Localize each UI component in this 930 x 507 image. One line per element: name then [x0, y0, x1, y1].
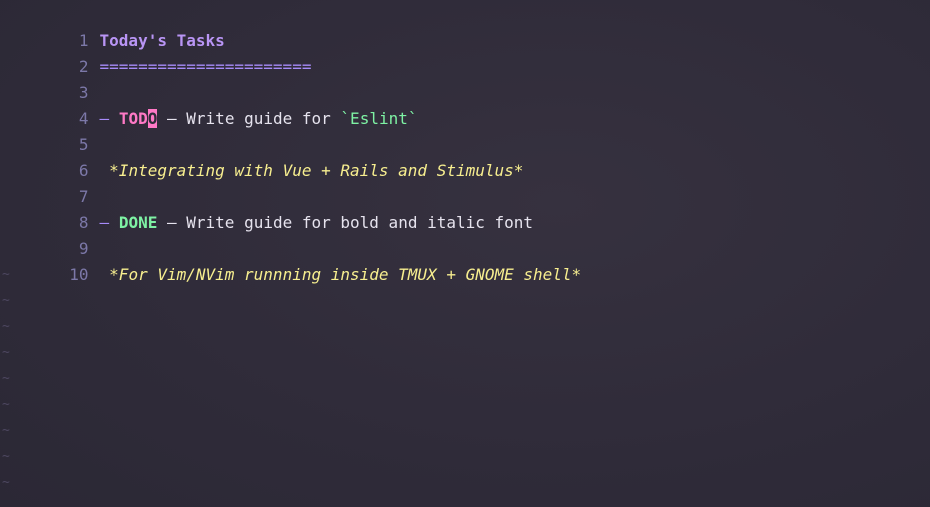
list-bullet: –: [99, 213, 110, 232]
italic-note: *For Vim/NVim runnning inside TMUX + GNO…: [109, 265, 582, 284]
empty-line-marker: ~: [2, 449, 10, 464]
editor-line[interactable]: 6 *Integrating with Vue + Rails and Stim…: [0, 132, 524, 180]
vim-editor[interactable]: 1 Today's Tasks 2 ====================== 3…: [0, 0, 930, 507]
empty-line-marker: ~: [2, 423, 10, 438]
line-number: 10: [69, 265, 89, 284]
empty-line-marker: ~: [2, 475, 10, 490]
empty-line-marker: ~: [2, 371, 10, 386]
text-cursor: O: [147, 109, 158, 128]
editor-line[interactable]: 3: [0, 54, 100, 102]
editor-line[interactable]: 9: [0, 210, 100, 258]
task-separator: –: [166, 213, 177, 232]
editor-line[interactable]: 7: [0, 158, 100, 206]
italic-note: *Integrating with Vue + Rails and Stimul…: [109, 161, 524, 180]
editor-line[interactable]: 2 ======================: [0, 28, 312, 76]
todo-status: TOD: [118, 109, 148, 128]
editor-line[interactable]: 5: [0, 106, 100, 154]
editor-line[interactable]: 4– TODO – Write guide for `Eslint`: [0, 80, 417, 128]
inline-code: `Eslint`: [340, 109, 418, 128]
editor-line[interactable]: 8– DONE – Write guide for bold and itali…: [0, 184, 533, 232]
empty-line-marker: ~: [2, 267, 10, 282]
editor-line[interactable]: 10 *For Vim/NVim runnning inside TMUX + …: [0, 236, 581, 284]
heading-underline: ======================: [99, 57, 312, 76]
editor-line[interactable]: 1 Today's Tasks: [0, 2, 225, 50]
list-bullet: –: [99, 109, 110, 128]
empty-line-marker: ~: [2, 319, 10, 334]
task-text: Write guide for bold and italic font: [186, 213, 534, 232]
empty-line-marker: ~: [2, 293, 10, 308]
done-status: DONE: [118, 213, 158, 232]
empty-line-marker: ~: [2, 397, 10, 412]
task-text: Write guide for: [186, 109, 331, 128]
task-separator: –: [167, 109, 177, 128]
empty-line-marker: ~: [2, 345, 10, 360]
